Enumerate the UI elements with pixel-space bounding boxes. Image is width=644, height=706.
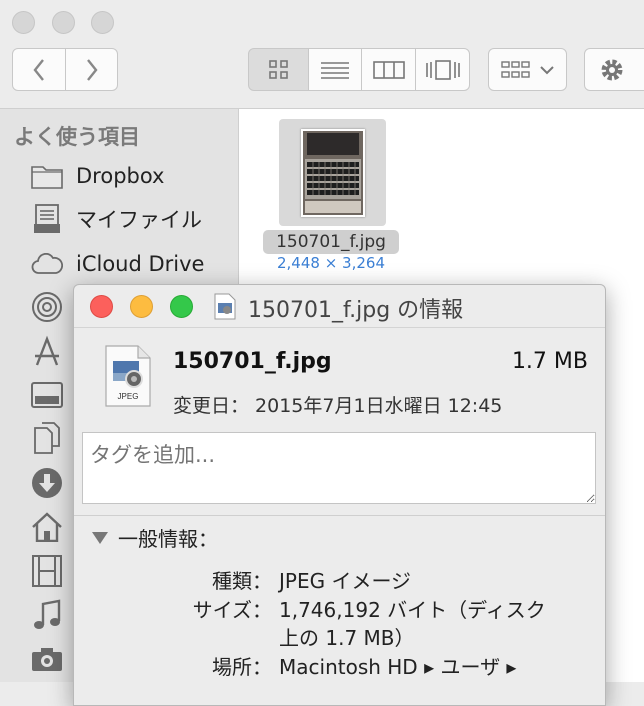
icon-view-icon bbox=[268, 59, 288, 79]
sidebar-item-airdrop[interactable] bbox=[30, 289, 64, 325]
doc-icon-text: JPEG bbox=[118, 392, 139, 401]
jpeg-document-icon: JPEG bbox=[104, 345, 152, 407]
file-name-label[interactable]: 150701_f.jpg bbox=[263, 230, 399, 254]
sidebar-item-movies[interactable] bbox=[30, 553, 64, 589]
zoom-button[interactable] bbox=[170, 295, 193, 318]
close-button-inactive[interactable] bbox=[12, 11, 35, 34]
sidebar-item-label: Dropbox bbox=[76, 164, 165, 188]
sidebar-item-downloads[interactable] bbox=[30, 465, 64, 501]
photo-preview bbox=[301, 129, 365, 217]
all-my-files-icon bbox=[30, 202, 64, 236]
sidebar-item-pictures[interactable] bbox=[30, 641, 64, 677]
where-label: 場所： bbox=[212, 655, 272, 679]
folder-icon bbox=[30, 159, 64, 193]
back-button[interactable] bbox=[12, 48, 66, 91]
sidebar-item-home[interactable] bbox=[30, 509, 64, 545]
downloads-icon bbox=[30, 466, 64, 500]
info-file-name: 150701_f.jpg bbox=[173, 349, 332, 374]
divider bbox=[74, 515, 605, 516]
file-dimensions: 2,448 × 3,264 bbox=[277, 254, 385, 272]
coverflow-view-button[interactable] bbox=[415, 48, 470, 91]
pictures-icon bbox=[30, 642, 64, 676]
arrange-grid-icon bbox=[500, 60, 530, 78]
disclosure-triangle-icon bbox=[92, 531, 108, 544]
info-window-title: 150701_f.jpg の情報 bbox=[248, 298, 464, 323]
minimize-button[interactable] bbox=[130, 295, 153, 318]
file-thumbnail[interactable] bbox=[279, 119, 386, 226]
info-file-size: 1.7 MB bbox=[511, 349, 588, 374]
close-button[interactable] bbox=[90, 295, 113, 318]
sidebar-item-label: マイファイル bbox=[76, 208, 202, 232]
kind-label: 種類： bbox=[212, 569, 272, 593]
info-titlebar: 150701_f.jpg の情報 bbox=[74, 285, 605, 328]
chevron-left-icon bbox=[33, 58, 44, 81]
sidebar-item-dropbox[interactable]: Dropbox bbox=[30, 158, 164, 194]
get-info-window: 150701_f.jpg の情報 JPEG 150701_f.jpg 1.7 M… bbox=[73, 284, 606, 706]
sidebar-item-my-files[interactable]: マイファイル bbox=[30, 201, 202, 237]
coverflow-view-icon bbox=[425, 59, 460, 80]
size-label: サイズ： bbox=[192, 598, 272, 622]
kind-value: JPEG イメージ bbox=[279, 569, 412, 593]
list-view-icon bbox=[321, 61, 349, 79]
forward-button[interactable] bbox=[65, 48, 118, 91]
zoom-button-inactive[interactable] bbox=[91, 11, 114, 34]
gear-icon bbox=[601, 59, 623, 80]
info-modified-date: 変更日： 2015年7月1日水曜日 12:45 bbox=[173, 395, 503, 417]
minimize-button-inactive[interactable] bbox=[52, 11, 75, 34]
sidebar-item-desktop[interactable] bbox=[30, 377, 64, 413]
action-button[interactable] bbox=[584, 48, 644, 91]
icon-view-button[interactable] bbox=[248, 48, 309, 91]
general-section-toggle[interactable]: 一般情報： bbox=[92, 523, 218, 552]
column-view-button[interactable] bbox=[361, 48, 416, 91]
sidebar-item-icloud-drive[interactable]: iCloud Drive bbox=[30, 246, 204, 282]
airdrop-icon bbox=[30, 290, 64, 324]
jpeg-file-icon bbox=[214, 293, 236, 320]
sidebar-heading: よく使う項目 bbox=[14, 125, 140, 149]
tags-input[interactable] bbox=[82, 432, 596, 504]
sidebar-item-label: iCloud Drive bbox=[76, 252, 205, 276]
size-value-line1: 1,746,192 バイト（ディスク bbox=[279, 598, 546, 622]
chevron-down-icon bbox=[539, 65, 554, 74]
size-value-line2: 上の 1.7 MB） bbox=[279, 626, 415, 650]
general-section-label: 一般情報： bbox=[118, 527, 218, 551]
sidebar-item-applications[interactable] bbox=[30, 333, 64, 369]
desktop-icon bbox=[30, 378, 64, 412]
applications-icon bbox=[30, 334, 64, 368]
documents-icon bbox=[30, 421, 64, 455]
column-view-icon bbox=[372, 60, 405, 79]
cloud-icon bbox=[30, 247, 64, 281]
home-icon bbox=[30, 510, 64, 544]
chevron-right-icon bbox=[86, 58, 98, 81]
where-value: Macintosh HD ▸ ユーザ ▸ bbox=[279, 655, 517, 679]
music-icon bbox=[30, 598, 64, 632]
movies-icon bbox=[30, 554, 64, 588]
list-view-button[interactable] bbox=[308, 48, 362, 91]
finder-toolbar bbox=[0, 0, 644, 109]
sidebar-item-documents[interactable] bbox=[30, 420, 64, 456]
arrange-button[interactable] bbox=[488, 48, 567, 91]
sidebar-item-music[interactable] bbox=[30, 597, 64, 633]
